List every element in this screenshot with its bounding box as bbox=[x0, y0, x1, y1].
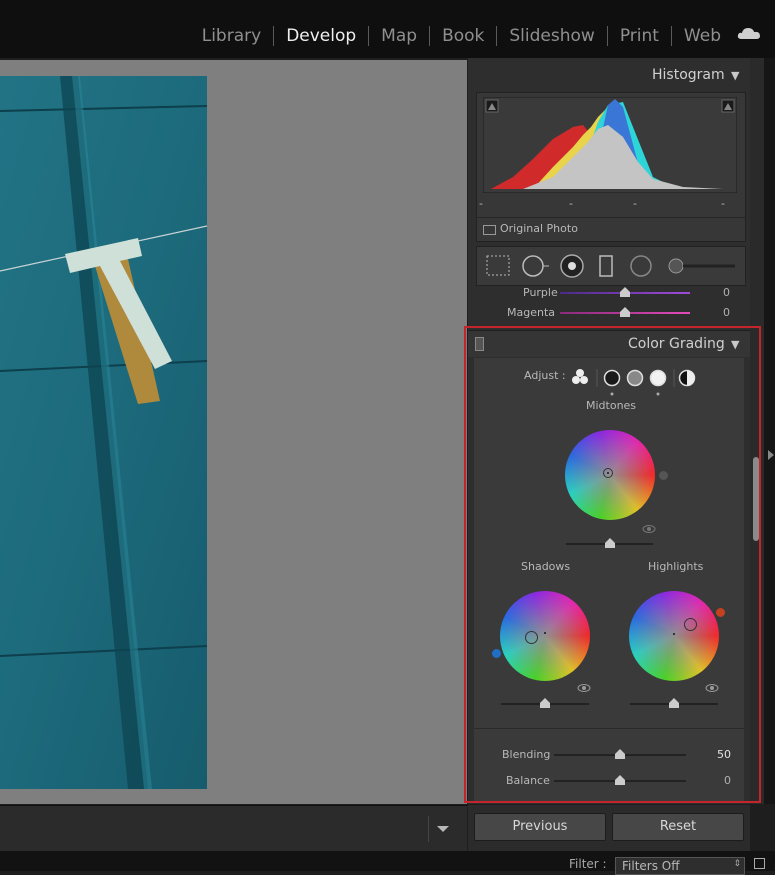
graduated-filter-icon[interactable] bbox=[599, 255, 613, 277]
color-grading-panel: Adjust : Midtones Shadows Highlights Ble… bbox=[474, 358, 744, 802]
histogram-panel: - - - - Original Photo bbox=[476, 92, 746, 242]
crop-tool-icon[interactable] bbox=[486, 255, 510, 276]
highlights-handle[interactable] bbox=[684, 618, 697, 631]
eye-icon[interactable] bbox=[577, 683, 591, 693]
toolbar-strip bbox=[0, 805, 467, 852]
midtones-wheel[interactable] bbox=[565, 430, 655, 520]
module-book[interactable]: Book bbox=[429, 26, 496, 46]
slider-thumb-icon[interactable] bbox=[605, 538, 615, 548]
radial-filter-icon[interactable] bbox=[630, 255, 652, 277]
previous-button[interactable]: Previous bbox=[474, 813, 606, 841]
slider-thumb-icon[interactable] bbox=[540, 698, 550, 708]
adjust-label: Adjust : bbox=[524, 369, 566, 382]
right-panel: Histogram ▼ - - - - Original Photo Purpl… bbox=[468, 58, 750, 804]
triangle-down-icon bbox=[437, 826, 449, 832]
color-grading-title: Color Grading bbox=[628, 336, 725, 352]
shadows-mode-icon[interactable] bbox=[603, 369, 621, 396]
photo-image bbox=[0, 76, 207, 789]
shadows-handle[interactable] bbox=[525, 631, 538, 644]
midtones-mode-icon[interactable] bbox=[626, 369, 644, 387]
color-grading-header[interactable]: Color Grading ▼ bbox=[468, 330, 750, 357]
module-map[interactable]: Map bbox=[368, 26, 429, 46]
hsl-magenta-label: Magenta bbox=[507, 306, 556, 319]
brush-slider[interactable] bbox=[668, 258, 735, 274]
balance-value[interactable]: 0 bbox=[699, 774, 731, 787]
hist-readout-3: - bbox=[633, 197, 637, 210]
blending-label: Blending bbox=[502, 748, 551, 761]
hist-readout-4: - bbox=[721, 197, 725, 210]
hsl-purple-value: 0 bbox=[723, 286, 730, 299]
histogram-collapse-icon[interactable]: ▼ bbox=[731, 69, 739, 82]
filter-dropdown[interactable]: Filters Off ⇕ bbox=[615, 857, 745, 875]
highlights-label: Highlights bbox=[648, 560, 704, 573]
panel-scrollbar[interactable] bbox=[750, 58, 764, 804]
histogram-title: Histogram bbox=[652, 67, 725, 83]
panel-switch-icon[interactable] bbox=[475, 337, 484, 351]
filter-label: Filter : bbox=[569, 857, 607, 871]
shadows-wheel[interactable] bbox=[500, 591, 590, 681]
toolbar-menu-button[interactable] bbox=[428, 816, 457, 842]
balance-label: Balance bbox=[506, 774, 550, 787]
highlights-hue-dot[interactable] bbox=[716, 608, 725, 617]
hsl-magenta-value: 0 bbox=[723, 306, 730, 319]
midtones-label: Midtones bbox=[586, 399, 637, 412]
hsl-purple-label: Purple bbox=[523, 286, 558, 299]
hist-readout-1: - bbox=[479, 197, 483, 210]
histogram-graph bbox=[483, 97, 737, 193]
global-mode-icon[interactable] bbox=[678, 369, 696, 387]
shadows-hue-dot[interactable] bbox=[492, 649, 501, 658]
adjust-mode-selector bbox=[572, 369, 696, 396]
original-photo-label: Original Photo bbox=[500, 222, 578, 235]
eye-icon[interactable] bbox=[642, 524, 656, 534]
slider-thumb-icon[interactable] bbox=[615, 749, 625, 759]
midtones-hue-dot[interactable] bbox=[659, 471, 668, 480]
right-edge bbox=[764, 58, 775, 804]
slider-thumb-icon[interactable] bbox=[669, 698, 679, 708]
highlights-mode-icon[interactable] bbox=[649, 369, 667, 396]
tool-strip bbox=[476, 246, 746, 286]
slider-thumb-icon[interactable] bbox=[620, 287, 630, 297]
hist-readout-2: - bbox=[569, 197, 573, 210]
module-picker: Library Develop Map Book Slideshow Print… bbox=[190, 22, 733, 50]
module-print[interactable]: Print bbox=[606, 26, 671, 46]
blending-value[interactable]: 50 bbox=[699, 748, 731, 761]
photo-preview bbox=[0, 76, 207, 789]
cloud-icon[interactable] bbox=[737, 26, 761, 40]
filter-bar: Filter : Filters Off ⇕ bbox=[0, 851, 775, 875]
module-library[interactable]: Library bbox=[190, 26, 273, 46]
red-eye-icon[interactable] bbox=[560, 254, 584, 278]
three-way-icon[interactable] bbox=[572, 369, 588, 384]
color-grading-collapse-icon[interactable]: ▼ bbox=[731, 338, 739, 351]
highlights-wheel[interactable] bbox=[629, 591, 719, 681]
reset-button[interactable]: Reset bbox=[612, 813, 744, 841]
eye-icon[interactable] bbox=[705, 683, 719, 693]
module-develop[interactable]: Develop bbox=[273, 26, 368, 46]
button-bar: Previous Reset bbox=[468, 805, 750, 851]
triangle-right-icon[interactable] bbox=[766, 446, 775, 466]
scrollbar-thumb[interactable] bbox=[753, 457, 759, 541]
spot-removal-icon[interactable] bbox=[522, 255, 549, 277]
slider-thumb-icon[interactable] bbox=[615, 775, 625, 785]
module-slideshow[interactable]: Slideshow bbox=[496, 26, 606, 46]
slider-thumb-icon[interactable] bbox=[620, 307, 630, 317]
shadows-label: Shadows bbox=[521, 560, 571, 573]
module-web[interactable]: Web bbox=[670, 26, 733, 46]
module-bar: Library Develop Map Book Slideshow Print… bbox=[0, 0, 775, 58]
filter-lock-icon[interactable] bbox=[754, 858, 765, 869]
updown-icon: ⇕ bbox=[733, 859, 741, 869]
original-photo-checkbox[interactable] bbox=[483, 225, 496, 235]
